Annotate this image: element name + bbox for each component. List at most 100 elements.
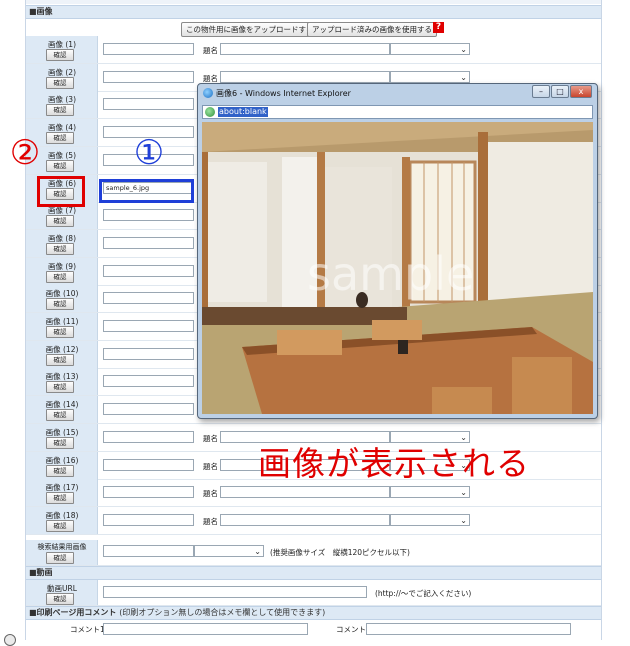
confirm-button[interactable]: 確認: [46, 298, 74, 310]
image-row: 画像 (1) 確認 題名 ⌄: [26, 36, 601, 64]
window-titlebar[interactable]: 画像6 - Windows Internet Explorer – □ x: [198, 84, 597, 102]
title-select[interactable]: ⌄: [390, 71, 470, 83]
confirm-button[interactable]: 確認: [46, 381, 74, 393]
close-button[interactable]: x: [570, 85, 592, 98]
confirm-button[interactable]: 確認: [46, 132, 74, 144]
step-1-marker: ①: [133, 133, 165, 173]
confirm-button[interactable]: 確認: [46, 104, 74, 116]
confirm-button[interactable]: 確認: [46, 354, 74, 366]
search-image-file-input[interactable]: [103, 545, 194, 557]
minimize-button[interactable]: –: [532, 85, 550, 98]
title-input[interactable]: [220, 486, 390, 498]
address-text: about:blank: [218, 107, 268, 117]
chevron-down-icon: ⌄: [460, 73, 467, 82]
confirm-button[interactable]: 確認: [46, 160, 74, 172]
title-input[interactable]: [220, 514, 390, 526]
title-label: 題名: [203, 489, 218, 498]
image-file-input[interactable]: [103, 292, 194, 304]
title-select[interactable]: ⌄: [390, 514, 470, 526]
title-input[interactable]: [220, 71, 390, 83]
ie-logo-icon: [203, 88, 213, 98]
upload-image-button[interactable]: この物件用に画像をアップロードする: [181, 22, 319, 37]
image-label-cell: 画像 (10) 確認: [26, 285, 98, 312]
image-file-input[interactable]: [103, 486, 194, 498]
video-label-cell: 動画URL 確認: [26, 580, 98, 605]
confirm-button[interactable]: 確認: [46, 77, 74, 89]
search-image-select[interactable]: ⌄: [194, 545, 264, 557]
print-comment-note: (印刷オプション無しの場合はメモ欄として使用できます): [119, 608, 326, 617]
image-file-input[interactable]: [103, 98, 194, 110]
step-2-marker: ②: [9, 133, 41, 173]
chevron-down-icon: ⌄: [460, 516, 467, 525]
confirm-button[interactable]: 確認: [46, 465, 74, 477]
image-label-cell: 画像 (14) 確認: [26, 396, 98, 423]
page-icon: [205, 107, 215, 117]
help-icon[interactable]: ?: [433, 22, 444, 33]
search-image-label: 検索結果用画像: [37, 543, 87, 551]
image-label-cell: 画像 (3) 確認: [26, 91, 98, 118]
maximize-button[interactable]: □: [551, 85, 569, 98]
confirm-button[interactable]: 確認: [46, 215, 74, 227]
image-label-cell: 画像 (8) 確認: [26, 230, 98, 257]
comment1-input[interactable]: [103, 623, 308, 635]
image-preview-window[interactable]: 画像6 - Windows Internet Explorer – □ x ab…: [197, 83, 598, 419]
confirm-button[interactable]: 確認: [46, 492, 74, 504]
title-select[interactable]: ⌄: [390, 43, 470, 55]
image-label-cell: 画像 (1) 確認: [26, 36, 98, 63]
chevron-down-icon: ⌄: [254, 547, 261, 556]
video-row: 動画URL 確認 (http://～でご記入ください): [26, 580, 601, 606]
video-confirm-button[interactable]: 確認: [46, 593, 74, 605]
video-url-input[interactable]: [103, 586, 367, 598]
section-header-image: ■画像: [26, 5, 601, 19]
image-file-input[interactable]: [103, 348, 194, 360]
address-bar[interactable]: about:blank: [202, 105, 593, 119]
image-label-cell: 画像 (12) 確認: [26, 341, 98, 368]
image-file-input[interactable]: [103, 71, 194, 83]
image-label-cell: 画像 (18) 確認: [26, 507, 98, 534]
confirm-button[interactable]: 確認: [46, 271, 74, 283]
highlight-box-file-input: [99, 179, 194, 203]
image-file-input[interactable]: [103, 431, 194, 443]
image-label-cell: 画像 (9) 確認: [26, 258, 98, 285]
image-file-input[interactable]: [103, 514, 194, 526]
use-uploaded-image-button[interactable]: アップロード済みの画像を使用する: [307, 22, 437, 37]
image-file-input[interactable]: [103, 403, 194, 415]
section-header-video: ■動画: [26, 566, 601, 580]
title-select[interactable]: ⌄: [390, 486, 470, 498]
image-file-input[interactable]: [103, 209, 194, 221]
image-file-input[interactable]: [103, 459, 194, 471]
confirm-button[interactable]: 確認: [46, 326, 74, 338]
comment1-label: コメント1: [70, 625, 105, 634]
video-url-hint: (http://～でご記入ください): [375, 589, 472, 598]
chevron-down-icon: ⌄: [460, 45, 467, 54]
image-row: 画像 (18) 確認 題名 ⌄: [26, 507, 601, 535]
image-file-input[interactable]: [103, 265, 194, 277]
image-label-cell: 画像 (15) 確認: [26, 424, 98, 451]
search-image-confirm-button[interactable]: 確認: [46, 552, 74, 564]
image-file-input[interactable]: [103, 237, 194, 249]
confirm-button[interactable]: 確認: [46, 243, 74, 255]
highlight-box-confirm-button: [37, 176, 85, 207]
confirm-button[interactable]: 確認: [46, 409, 74, 421]
taskbar-icon[interactable]: [4, 634, 16, 646]
search-image-hint: (推奨画像サイズ 縦横120ピクセル以下): [270, 548, 410, 557]
image-label-cell: 画像 (16) 確認: [26, 452, 98, 479]
title-label: 題名: [203, 462, 218, 471]
comment2-input[interactable]: [366, 623, 571, 635]
image-label-cell: 画像 (13) 確認: [26, 368, 98, 395]
title-input[interactable]: [220, 43, 390, 55]
confirm-button[interactable]: 確認: [46, 437, 74, 449]
image-label-cell: 画像 (2) 確認: [26, 64, 98, 91]
image-file-input[interactable]: [103, 375, 194, 387]
title-label: 題名: [203, 517, 218, 526]
watermark-text: sample: [307, 247, 474, 301]
title-label: 題名: [203, 434, 218, 443]
print-comment-title: ■印刷ページ用コメント: [29, 608, 117, 617]
search-image-label-cell: 検索結果用画像 確認: [26, 540, 98, 565]
confirm-button[interactable]: 確認: [46, 49, 74, 61]
image-file-input[interactable]: [103, 43, 194, 55]
preview-photo: sample: [202, 122, 593, 414]
confirm-button[interactable]: 確認: [46, 520, 74, 532]
section-header-print-comment: ■印刷ページ用コメント (印刷オプション無しの場合はメモ欄として使用できます): [26, 606, 601, 620]
image-file-input[interactable]: [103, 320, 194, 332]
